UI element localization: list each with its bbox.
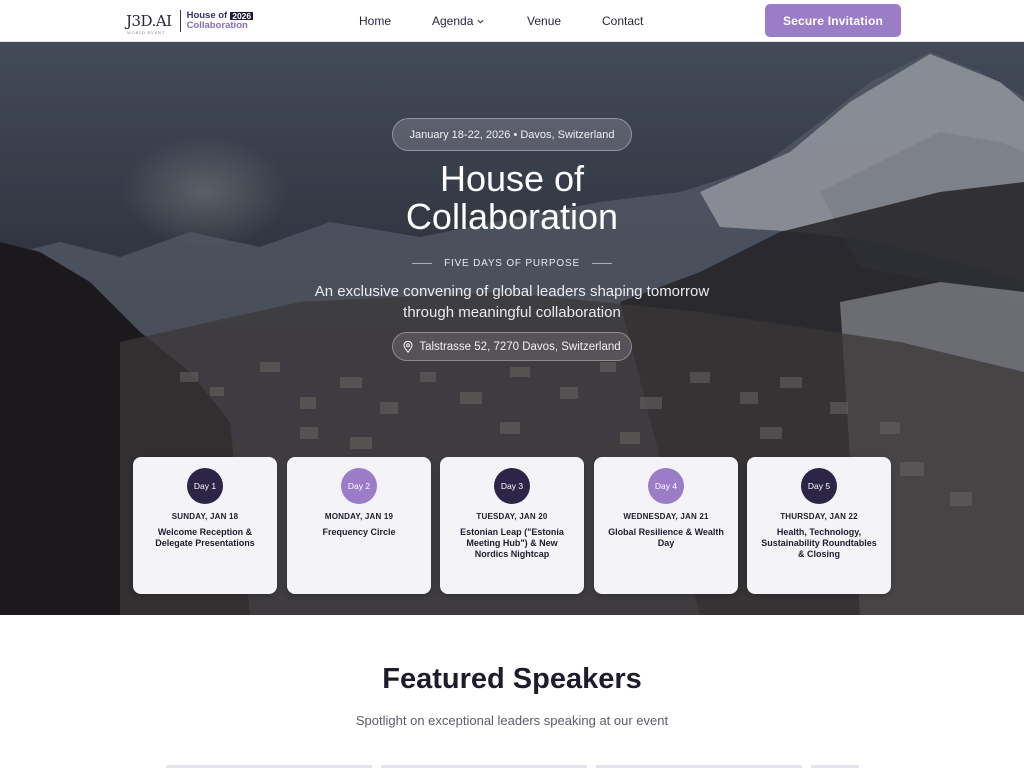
day-date: TUESDAY, JAN 20 (476, 512, 548, 521)
day-card-5[interactable]: Day 5 THURSDAY, JAN 22 Health, Technolog… (747, 457, 891, 594)
nav-link-agenda[interactable]: Agenda (432, 14, 527, 28)
day-badge: Day 2 (341, 468, 377, 504)
day-title: Health, Technology, Sustainability Round… (761, 527, 877, 559)
day-badge: Day 3 (494, 468, 530, 504)
agenda-day-cards: Day 1 SUNDAY, JAN 18 Welcome Reception &… (133, 457, 891, 595)
secure-invitation-button[interactable]: Secure Invitation (765, 4, 901, 37)
day-card-4[interactable]: Day 4 WEDNESDAY, JAN 21 Global Resilienc… (594, 457, 738, 594)
day-badge: Day 4 (648, 468, 684, 504)
nav-link-contact[interactable]: Contact (602, 14, 672, 28)
hero-title: House of Collaboration (405, 158, 619, 237)
logo-wordmark: House of 2026 Collaboration (187, 11, 254, 31)
logo-mark-subtitle: WORLD EVENT (127, 29, 165, 35)
hero-subtitle: An exclusive convening of global leaders… (314, 283, 710, 321)
tagline-rule-left (412, 262, 433, 264)
day-date: THURSDAY, JAN 22 (780, 512, 858, 521)
top-nav: J3D.AI WORLD EVENT House of 2026 Collabo… (0, 0, 1024, 42)
day-date: SUNDAY, JAN 18 (171, 512, 239, 521)
event-date-location-pill: January 18-22, 2026 • Davos, Switzerland (392, 118, 632, 151)
day-title: Frequency Circle (322, 527, 396, 537)
day-card-1[interactable]: Day 1 SUNDAY, JAN 18 Welcome Reception &… (133, 457, 277, 594)
day-title: Estonian Leap ("Estonia Meeting Hub") & … (460, 527, 564, 559)
day-badge: Day 5 (801, 468, 837, 504)
day-badge: Day 1 (187, 468, 223, 504)
day-title: Global Resilience & Wealth Day (608, 527, 724, 548)
logo-mark: J3D.AI WORLD EVENT (126, 11, 172, 35)
venue-address-pill[interactable]: Talstrasse 52, 7270 Davos, Switzerland (392, 332, 632, 361)
hero-section: January 18-22, 2026 • Davos, Switzerland… (0, 42, 1024, 615)
nav-link-home[interactable]: Home (359, 14, 432, 28)
section-title: Featured Speakers (382, 663, 642, 695)
day-date: WEDNESDAY, JAN 21 (623, 512, 709, 521)
venue-address: Talstrasse 52, 7270 Davos, Switzerland (419, 340, 621, 353)
main-menu: Home Agenda Venue Contact (359, 0, 672, 42)
logo-line2: Collaboration (186, 20, 248, 31)
section-subtitle: Spotlight on exceptional leaders speakin… (355, 713, 669, 728)
day-title: Welcome Reception & Delegate Presentatio… (155, 527, 255, 548)
day-card-3[interactable]: Day 3 TUESDAY, JAN 20 Estonian Leap ("Es… (440, 457, 584, 594)
chevron-down-icon (477, 19, 484, 24)
day-card-2[interactable]: Day 2 MONDAY, JAN 19 Frequency Circle (287, 457, 431, 594)
nav-link-venue[interactable]: Venue (527, 14, 602, 28)
hero-tagline: FIVE DAYS OF PURPOSE (412, 256, 612, 270)
day-date: MONDAY, JAN 19 (324, 512, 394, 521)
map-pin-icon (403, 340, 413, 353)
logo-divider (179, 10, 181, 32)
site-logo[interactable]: J3D.AI WORLD EVENT House of 2026 Collabo… (126, 8, 254, 35)
tagline-rule-right (591, 262, 612, 264)
